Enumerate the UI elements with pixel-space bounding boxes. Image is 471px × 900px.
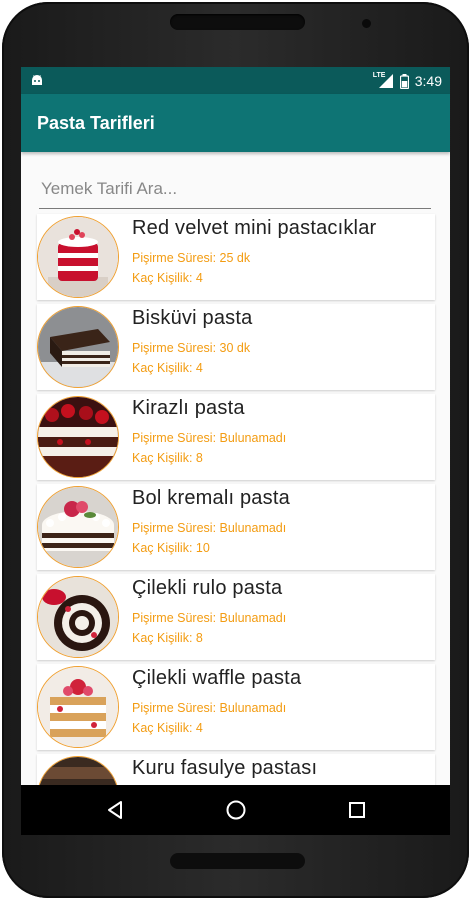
app-bar: Pasta Tarifleri (21, 94, 450, 152)
list-item[interactable]: Bisküvi pasta Pişirme Süresi: 30 dk Kaç … (37, 304, 435, 390)
recipe-servings: Kaç Kişilik: 8 (132, 451, 203, 465)
status-bar: LTE 3:49 (21, 67, 450, 94)
recipe-name: Kuru fasulye pastası (132, 757, 318, 779)
recipe-cook-time: Pişirme Süresi: Bulunamadı (132, 521, 287, 535)
recipe-cook-time: Pişirme Süresi: 30 dk (132, 341, 251, 355)
recipe-thumbnail (37, 486, 119, 568)
recipe-thumbnail (37, 756, 119, 785)
clock: 3:49 (414, 73, 442, 89)
recipe-cook-time: Pişirme Süresi: Bulunamadı (132, 701, 287, 715)
list-item[interactable]: Kuru fasulye pastası (37, 754, 435, 785)
screen: LTE 3:49 Pasta Tarifleri Yemek Tarifi Ar… (21, 67, 450, 785)
android-notification-icon (32, 75, 42, 85)
recipe-thumbnail (37, 216, 119, 298)
back-icon[interactable] (102, 797, 128, 823)
recipe-thumbnail (37, 666, 119, 748)
list-item[interactable]: Çilekli waffle pasta Pişirme Süresi: Bul… (37, 664, 435, 750)
status-icons: LTE 3:49 (373, 71, 442, 91)
app-title: Pasta Tarifleri (37, 113, 155, 133)
recipe-cook-time: Pişirme Süresi: Bulunamadı (132, 431, 287, 445)
front-camera (362, 19, 371, 28)
recipe-name: Bol kremalı pasta (132, 487, 290, 509)
home-icon[interactable] (223, 797, 249, 823)
recents-icon[interactable] (344, 797, 370, 823)
recipe-name: Çilekli rulo pasta (132, 577, 283, 599)
recipe-servings: Kaç Kişilik: 8 (132, 631, 203, 645)
list-item[interactable]: Red velvet mini pastacıklar Pişirme Süre… (37, 214, 435, 300)
battery-icon (399, 73, 409, 89)
search-field[interactable] (39, 174, 435, 209)
list-item[interactable]: Bol kremalı pasta Pişirme Süresi: Buluna… (37, 484, 435, 570)
recipe-cook-time: Pişirme Süresi: 25 dk (132, 251, 251, 265)
recipe-thumbnail (37, 576, 119, 658)
bottom-speaker (170, 853, 305, 869)
phone-frame: LTE 3:49 Pasta Tarifleri Yemek Tarifi Ar… (0, 0, 471, 900)
recipe-servings: Kaç Kişilik: 4 (132, 271, 203, 285)
recipe-thumbnail (37, 306, 119, 388)
recipe-servings: Kaç Kişilik: 4 (132, 361, 203, 375)
recipe-servings: Kaç Kişilik: 4 (132, 721, 203, 735)
recipe-cook-time: Pişirme Süresi: Bulunamadı (132, 611, 287, 625)
recipe-name: Kirazlı pasta (132, 397, 245, 419)
recipe-name: Bisküvi pasta (132, 307, 253, 329)
list-item[interactable]: Çilekli rulo pasta Pişirme Süresi: Bulun… (37, 574, 435, 660)
recipe-thumbnail (37, 396, 119, 478)
list-item[interactable]: Kirazlı pasta Pişirme Süresi: Bulunamadı… (37, 394, 435, 480)
recipe-name: Çilekli waffle pasta (132, 667, 302, 689)
lte-signal-icon: LTE (373, 72, 394, 89)
recipe-servings: Kaç Kişilik: 10 (132, 541, 210, 555)
recipe-list[interactable]: Red velvet mini pastacıklar Pişirme Süre… (37, 214, 435, 785)
earpiece-speaker (170, 14, 305, 30)
recipe-name: Red velvet mini pastacıklar (132, 217, 377, 239)
search-input[interactable] (39, 174, 435, 204)
navigation-bar (21, 785, 450, 835)
